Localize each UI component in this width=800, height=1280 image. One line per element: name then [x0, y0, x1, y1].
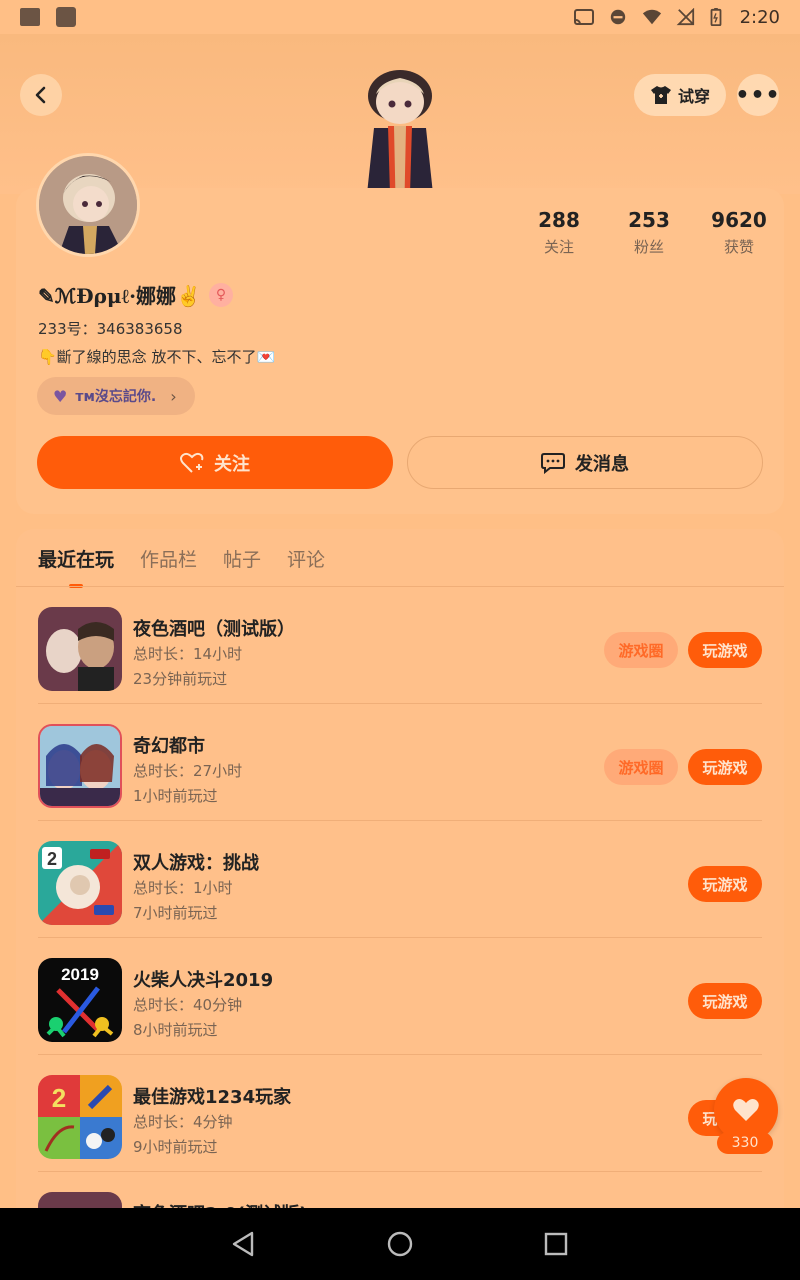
game-title: 奇幻都市: [133, 736, 205, 757]
recent-games-list: 夜色酒吧（测试版） 总时长：14小时 23分钟前玩过 游戏圈 玩游戏 奇幻都市 …: [16, 587, 784, 1229]
clock: 2:20: [739, 6, 780, 28]
message-label: 发消息: [575, 453, 629, 475]
stat-likes[interactable]: 9620 获赞: [694, 208, 784, 257]
fan-tag-label: ᴛᴍ沒忘記你.: [75, 389, 157, 405]
play-game-button[interactable]: 玩游戏: [688, 983, 762, 1019]
chevron-left-icon: [35, 86, 46, 104]
game-icon: 2: [38, 841, 122, 925]
game-last-played: 8小时前玩过: [133, 1021, 218, 1039]
game-duration: 总时长：4分钟: [133, 1113, 233, 1131]
stat-label: 关注: [543, 238, 574, 256]
stat-value: 9620: [711, 208, 767, 232]
chat-bubble-icon: [541, 452, 565, 474]
list-item[interactable]: 2 最佳游戏1234玩家 总时长：4分钟 9小时前玩过 玩游戏: [38, 1055, 762, 1172]
game-title: 最佳游戏1234玩家: [133, 1087, 292, 1108]
game-title: 夜色酒吧（测试版）: [133, 619, 295, 640]
tab-works[interactable]: 作品栏: [140, 545, 197, 588]
recents-square-icon[interactable]: [542, 1230, 570, 1258]
game-icon: [38, 724, 122, 808]
image-notification-icon: [20, 8, 40, 26]
heart-icon: ♥: [53, 386, 68, 406]
svg-text:2019: 2019: [61, 965, 99, 984]
female-gender-icon: ♀: [208, 282, 233, 307]
avatar-image: [39, 156, 137, 254]
game-icon: 2: [38, 1075, 122, 1159]
user-bio: 👇斷了線的思念 放不下、忘不了💌: [38, 348, 276, 366]
game-last-played: 9小时前玩过: [133, 1138, 218, 1156]
tab-posts[interactable]: 帖子: [223, 545, 261, 588]
avatar[interactable]: [36, 153, 140, 257]
play-game-button[interactable]: 玩游戏: [688, 749, 762, 785]
list-item[interactable]: 奇幻都市 总时长：27小时 1小时前玩过 游戏圈 玩游戏: [38, 704, 762, 821]
game-title: 双人游戏：挑战: [133, 853, 259, 874]
heart-icon: [733, 1099, 759, 1121]
try-on-button[interactable]: 试穿: [634, 74, 726, 116]
status-bar: 2:20: [0, 0, 800, 34]
list-item[interactable]: 夜色酒吧（测试版） 总时长：14小时 23分钟前玩过 游戏圈 玩游戏: [38, 587, 762, 704]
user-id: 233号：346383658: [38, 320, 183, 338]
game-circle-button[interactable]: 游戏圈: [604, 749, 678, 785]
do-not-disturb-icon: [610, 9, 625, 25]
send-message-button[interactable]: 发消息: [407, 436, 763, 489]
game-duration: 总时长：14小时: [133, 645, 243, 663]
battery-icon: [710, 8, 721, 26]
cast-icon: [573, 9, 594, 25]
profile-card: 288 关注 253 粉丝 9620 获赞 ✎ℳĐρμℓ·娜娜✌ ♀ 233号：…: [16, 188, 784, 514]
profile-tabs: 最近在玩 作品栏 帖子 评论: [38, 545, 325, 588]
game-duration: 总时长：27小时: [133, 762, 243, 780]
nickname-text: ✎ℳĐρμℓ·娜娜✌: [38, 284, 201, 308]
game-duration: 总时长：1小时: [133, 879, 233, 897]
chevron-right-icon: ›: [170, 386, 177, 406]
stat-label: 粉丝: [633, 238, 664, 256]
fan-tag-button[interactable]: ♥ ᴛᴍ沒忘記你. ›: [37, 377, 195, 415]
home-circle-icon[interactable]: [386, 1230, 414, 1258]
svg-text:2: 2: [47, 849, 57, 869]
system-navigation-bar: [0, 1208, 800, 1280]
like-count: 330: [717, 1132, 773, 1154]
heart-plus-icon: [180, 452, 204, 473]
game-last-played: 23分钟前玩过: [133, 670, 228, 688]
game-icon: 2019: [38, 958, 122, 1042]
play-game-button[interactable]: 玩游戏: [688, 632, 762, 668]
list-item[interactable]: 2 双人游戏：挑战 总时长：1小时 7小时前玩过 玩游戏: [38, 821, 762, 938]
stat-label: 获赞: [723, 238, 754, 256]
content-card: 最近在玩 作品栏 帖子 评论 夜色酒吧（测试版） 总时长：14小时 23分钟前玩…: [16, 529, 784, 1229]
try-on-label: 试穿: [677, 87, 710, 106]
back-triangle-icon[interactable]: [230, 1230, 258, 1258]
profile-stats: 288 关注 253 粉丝 9620 获赞: [514, 208, 784, 257]
app-notification-icon: [56, 7, 76, 27]
game-circle-button[interactable]: 游戏圈: [604, 632, 678, 668]
tab-comments[interactable]: 评论: [287, 545, 325, 588]
stat-value: 253: [628, 208, 670, 232]
stat-following[interactable]: 288 关注: [514, 208, 604, 257]
game-duration: 总时长：40分钟: [133, 996, 243, 1014]
tab-recently-played[interactable]: 最近在玩: [38, 545, 114, 588]
follow-button[interactable]: 关注: [37, 436, 393, 489]
svg-text:2: 2: [52, 1083, 66, 1113]
nickname: ✎ℳĐρμℓ·娜娜✌ ♀: [38, 280, 233, 309]
game-icon: [38, 607, 122, 691]
play-game-button[interactable]: 玩游戏: [688, 866, 762, 902]
game-last-played: 1小时前玩过: [133, 787, 218, 805]
no-signal-icon: [676, 8, 694, 26]
back-button[interactable]: [20, 74, 62, 116]
more-dots-icon: •••: [735, 82, 781, 108]
game-last-played: 7小时前玩过: [133, 904, 218, 922]
shirt-icon: [650, 86, 671, 104]
wifi-icon: [642, 9, 661, 25]
stat-value: 288: [538, 208, 580, 232]
game-title: 火柴人决斗2019: [133, 970, 274, 991]
stat-followers[interactable]: 253 粉丝: [604, 208, 694, 257]
more-options-button[interactable]: •••: [735, 74, 781, 116]
list-item[interactable]: 2019 火柴人决斗2019 总时长：40分钟 8小时前玩过 玩游戏: [38, 938, 762, 1055]
follow-label: 关注: [214, 453, 250, 475]
